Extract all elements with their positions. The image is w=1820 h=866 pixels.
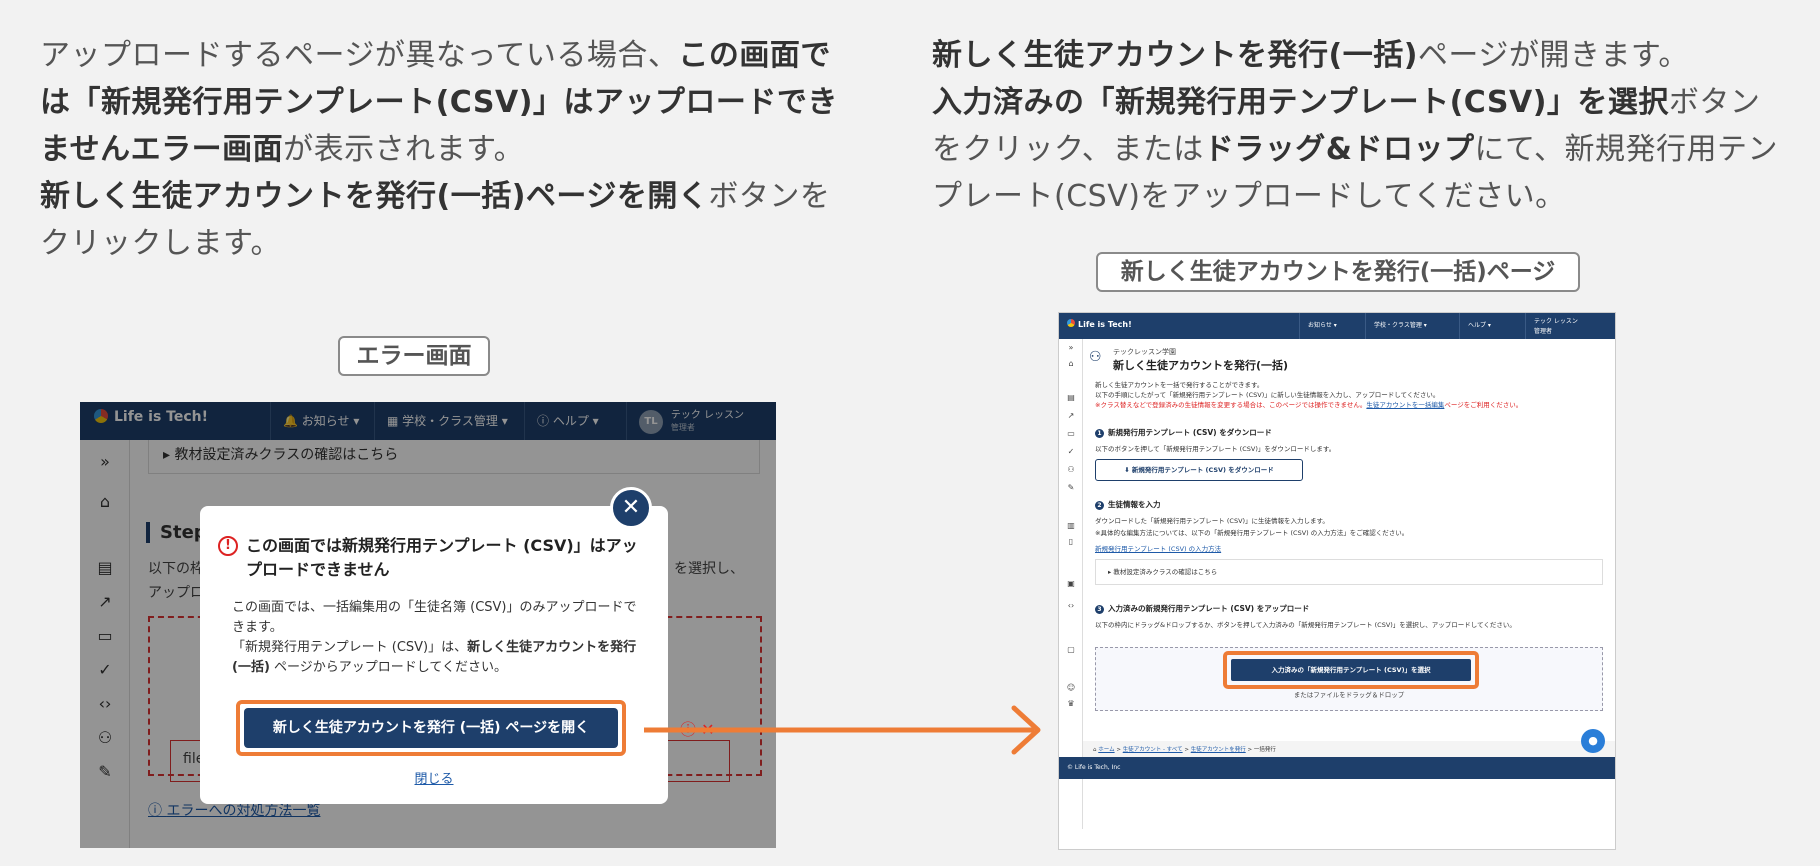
document-icon[interactable]: ▯ xyxy=(1066,537,1076,547)
desc-right-part5: ドラッグ&ドロップ xyxy=(1203,132,1475,167)
group-icon[interactable]: ⚇ xyxy=(1066,465,1076,475)
pen-icon[interactable]: ✎ xyxy=(1066,483,1076,493)
modal-title: ! この画面では新規発行用テンプレート (CSV)」はアップロードできません xyxy=(218,534,638,582)
section-2-title: 生徒情報を入力 xyxy=(1108,500,1161,509)
footer: © Life is Tech, Inc xyxy=(1059,757,1615,779)
arrow-icon xyxy=(644,705,1041,755)
modal-body-2a: 「新規発行用テンプレート (CSV)」は、 xyxy=(232,640,468,655)
section-1-heading: 1 新規発行用テンプレート (CSV) をダウンロード xyxy=(1095,427,1272,438)
intro-1: 新しく生徒アカウントを一括で発行することができます。 xyxy=(1095,381,1264,389)
desc-left-part3: が表示されます。 xyxy=(283,132,525,167)
error-screen-screenshot: Life is Tech! 🔔 お知らせ ▾ ▦ 学校・クラス管理 ▾ ⓘ ヘル… xyxy=(80,402,776,848)
chat-icon[interactable]: ● xyxy=(1581,729,1605,753)
section-2-text-2: ※具体的な編集方法については、以下の「新規発行用テンプレート (CSV) の入力… xyxy=(1095,529,1409,537)
desc-right-part2: ページが開きます。 xyxy=(1417,38,1689,73)
section-1-text: 以下のボタンを押して「新規発行用テンプレート (CSV)」をダウンロードします。 xyxy=(1095,445,1336,453)
error-screen-label: エラー画面 xyxy=(338,336,490,376)
modal-title-text: この画面では新規発行用テンプレート (CSV)」はアップロードできません xyxy=(246,536,638,579)
section-2-heading: 2 生徒情報を入力 xyxy=(1095,499,1161,510)
logo[interactable]: Life is Tech! xyxy=(1067,319,1132,329)
nav-help-label: ヘルプ ▾ xyxy=(1468,322,1491,329)
modal-body-2c: ページからアップロードしてください。 xyxy=(269,660,507,675)
breadcrumb-all[interactable]: 生徒アカウント - すべて xyxy=(1123,747,1183,753)
select-csv-button[interactable]: 入力済みの「新規発行用テンプレート (CSV)」を選択 xyxy=(1231,659,1471,681)
intro-2: 以下の手順にしたがって「新規発行用テンプレート (CSV)」に新しい生徒情報を入… xyxy=(1095,391,1440,399)
intro-3-tail: ページをご利用ください。 xyxy=(1444,401,1523,409)
close-icon[interactable]: ✕ xyxy=(610,487,652,529)
close-link[interactable]: 閉じる xyxy=(200,768,668,787)
trend-icon[interactable]: ↗ xyxy=(1066,411,1076,421)
desc-right-part1: 新しく生徒アカウントを発行(一括) xyxy=(932,38,1418,73)
check-circle-icon[interactable]: ✓ xyxy=(1066,447,1076,457)
new-page-label: 新しく生徒アカウントを発行(一括)ページ xyxy=(1096,252,1580,292)
section-3-number: 3 xyxy=(1095,605,1104,614)
home-icon: ⌂ xyxy=(1093,747,1097,753)
breadcrumb: ⌂ ホーム > 生徒アカウント - すべて > 生徒アカウントを発行 > 一括発… xyxy=(1083,741,1615,757)
intro-3: ※クラス替えなどで登録済みの生徒情報を変更する場合は、このページでは操作できませ… xyxy=(1095,399,1522,409)
logo-icon xyxy=(1067,319,1075,327)
desc-left-part4: 新しく生徒アカウントを発行(一括)ページを開く xyxy=(40,179,709,214)
desc-left-part1: アップロードするページが異なっている場合、 xyxy=(40,38,679,73)
drag-drop-hint: またはファイルをドラッグ＆ドロップ xyxy=(1293,691,1405,699)
breadcrumb-home[interactable]: ホーム xyxy=(1098,747,1114,753)
input-method-link[interactable]: 新規発行用テンプレート (CSV) の入力方法 xyxy=(1095,543,1221,553)
calendar-icon[interactable]: ▤ xyxy=(1066,393,1076,403)
smile-icon[interactable]: ☺ xyxy=(1066,683,1076,693)
open-page-button-highlight: 新しく生徒アカウントを発行 (一括) ページを開く xyxy=(236,700,626,756)
book-icon[interactable]: ▥ xyxy=(1066,521,1076,531)
sidebar: » ⌂ ▤ ↗ ▭ ✓ ⚇ ✎ ▥ ▯ ▣ ‹› ▢ ☺ ♛ xyxy=(1059,339,1083,829)
desc-right-part3: 入力済みの「新規発行用テンプレート(CSV)」を選択 xyxy=(932,85,1669,120)
nav-school-label: 学校・クラス管理 ▾ xyxy=(1374,322,1427,329)
home-icon[interactable]: ⌂ xyxy=(1066,359,1076,369)
section-1-number: 1 xyxy=(1095,429,1104,438)
download-template-button[interactable]: ⬇ 新規発行用テンプレート (CSV) をダウンロード xyxy=(1095,459,1303,481)
description-right: 新しく生徒アカウントを発行(一括)ページが開きます。 入力済みの「新規発行用テン… xyxy=(932,32,1782,220)
open-bulk-issue-page-button[interactable]: 新しく生徒アカウントを発行 (一括) ページを開く xyxy=(244,708,618,748)
expand-icon[interactable]: » xyxy=(1066,343,1076,353)
people-icon: ⚇ xyxy=(1089,349,1102,365)
description-left: アップロードするページが異なっている場合、この画面では「新規発行用テンプレート(… xyxy=(40,32,860,267)
section-2-text-1: ダウンロードした「新規発行用テンプレート (CSV)」に生徒情報を入力します。 xyxy=(1095,517,1329,525)
bulk-edit-link[interactable]: 生徒アカウントを一括編集 xyxy=(1366,401,1444,409)
presentation-icon[interactable]: ▭ xyxy=(1066,429,1076,439)
modal-body-1: この画面では、一括編集用の「生徒名簿 (CSV)」のみアップロードできます。 xyxy=(232,600,637,635)
breadcrumb-issue[interactable]: 生徒アカウントを発行 xyxy=(1191,747,1246,753)
section-3-heading: 3 入力済みの新規発行用テンプレート (CSV) をアップロード xyxy=(1095,603,1309,614)
nav-notice[interactable]: お知らせ ▾ xyxy=(1299,313,1345,339)
section-3-title: 入力済みの新規発行用テンプレート (CSV) をアップロード xyxy=(1108,604,1310,613)
user-menu[interactable]: テック レッスン 管理者 xyxy=(1525,313,1615,339)
breadcrumb-current: 一括発行 xyxy=(1253,747,1276,753)
nav-notice-label: お知らせ ▾ xyxy=(1308,322,1337,329)
nav-school[interactable]: 学校・クラス管理 ▾ xyxy=(1365,313,1435,339)
nav-help[interactable]: ヘルプ ▾ xyxy=(1459,313,1499,339)
user-role: 管理者 xyxy=(1534,328,1553,335)
bulk-issue-page-screenshot: Life is Tech! お知らせ ▾ 学校・クラス管理 ▾ ヘルプ ▾ テッ… xyxy=(1058,312,1616,850)
section-1-title: 新規発行用テンプレート (CSV) をダウンロード xyxy=(1108,428,1272,437)
top-bar: Life is Tech! お知らせ ▾ 学校・クラス管理 ▾ ヘルプ ▾ テッ… xyxy=(1059,313,1615,339)
code-icon[interactable]: ‹› xyxy=(1066,601,1076,611)
trophy-icon[interactable]: ♛ xyxy=(1066,699,1076,709)
page-title: 新しく生徒アカウントを発行(一括) xyxy=(1113,359,1289,372)
warning-icon: ! xyxy=(218,536,238,556)
file-icon[interactable]: ▢ xyxy=(1066,645,1076,655)
error-modal: ! この画面では新規発行用テンプレート (CSV)」はアップロードできません こ… xyxy=(200,506,668,804)
modal-body: この画面では、一括編集用の「生徒名簿 (CSV)」のみアップロードできます。 「… xyxy=(232,598,644,678)
user-name: テック レッスン xyxy=(1534,318,1578,325)
intro-3-text: ※クラス替えなどで登録済みの生徒情報を変更する場合は、このページでは操作できませ… xyxy=(1095,401,1367,409)
image-icon[interactable]: ▣ xyxy=(1066,579,1076,589)
org-name: テックレッスン学園 xyxy=(1113,348,1176,356)
select-button-highlight: 入力済みの「新規発行用テンプレート (CSV)」を選択 xyxy=(1223,651,1479,689)
logo-text: Life is Tech! xyxy=(1078,320,1132,329)
accordion-class-check[interactable]: ▸ 教材設定済みクラスの確認はこちら xyxy=(1095,559,1603,585)
section-3-text: 以下の枠内にドラッグ&ドロップするか、ボタンを押して入力済みの「新規発行用テンプ… xyxy=(1095,621,1516,629)
section-2-number: 2 xyxy=(1095,501,1104,510)
